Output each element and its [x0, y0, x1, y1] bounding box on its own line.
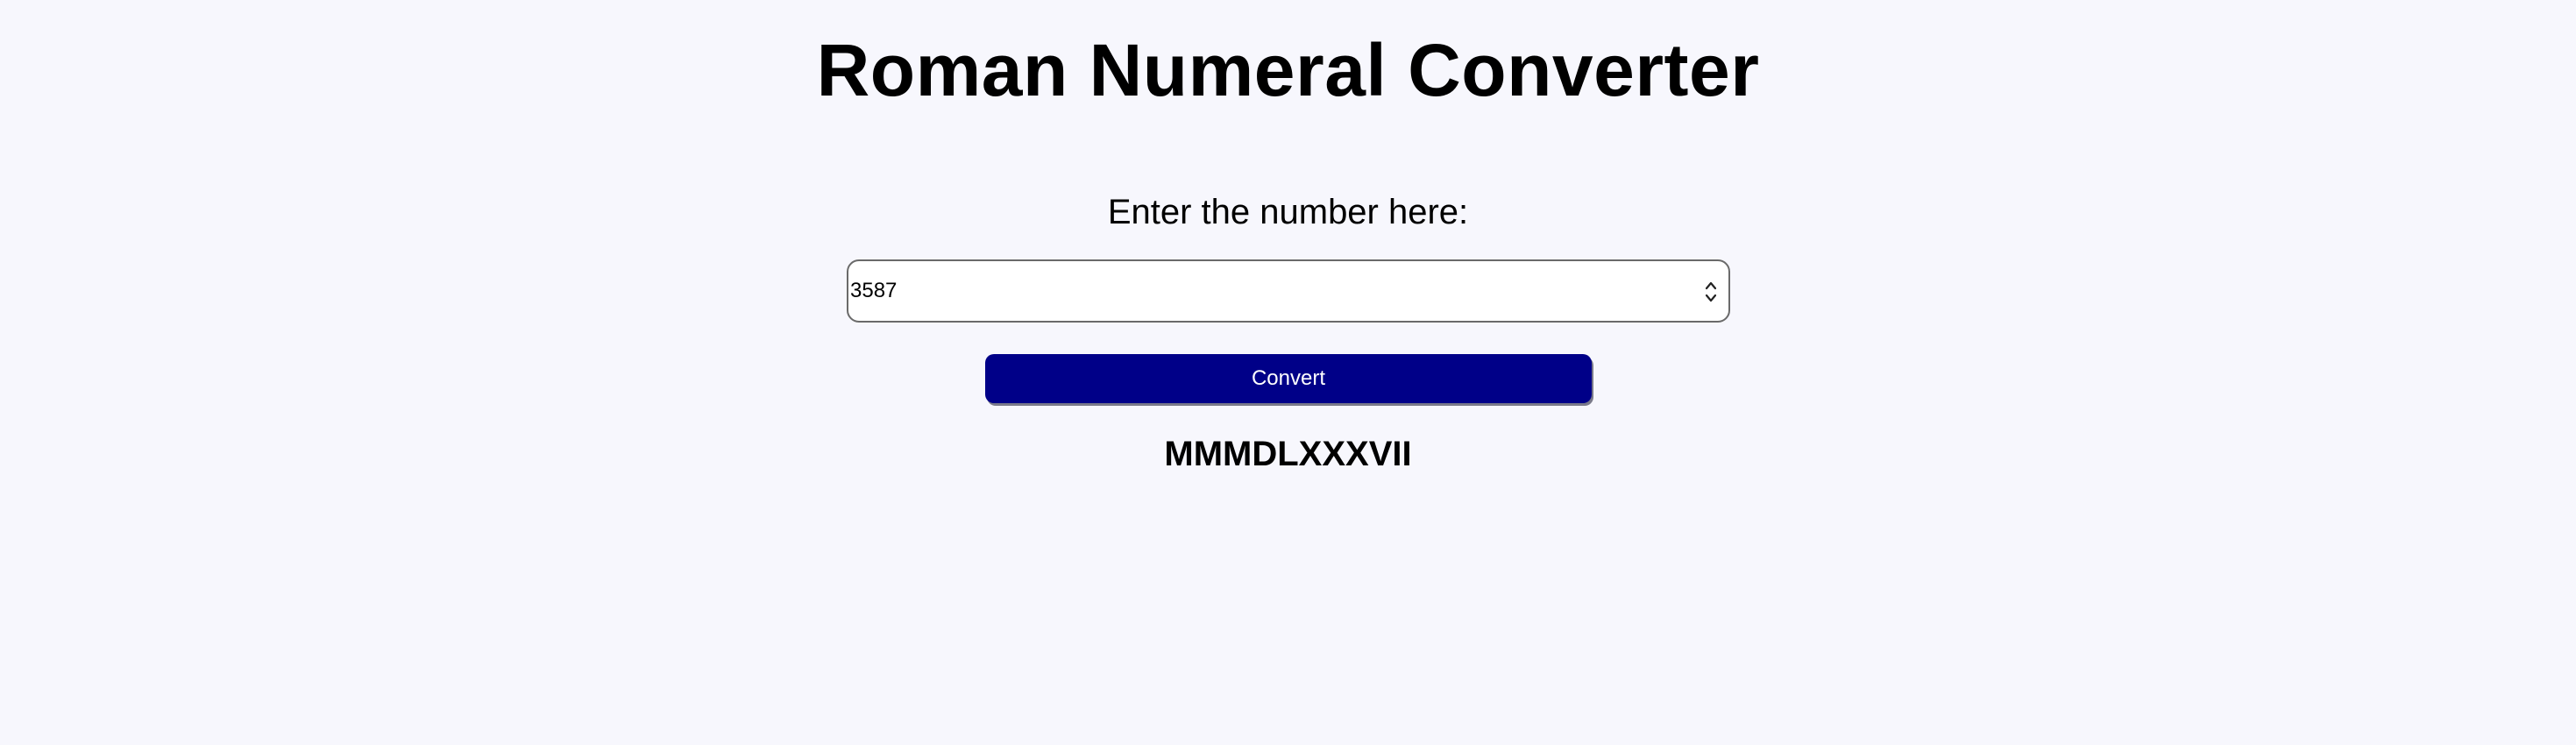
number-input-label: Enter the number here: — [1107, 193, 1469, 231]
page-title: Roman Numeral Converter — [816, 29, 1760, 111]
number-input[interactable] — [848, 261, 1672, 321]
number-spinner-icon[interactable] — [1704, 279, 1718, 305]
convert-button[interactable]: Convert — [985, 354, 1592, 403]
number-input-container[interactable] — [847, 259, 1730, 323]
result-output: MMMDLXXXVII — [1164, 435, 1412, 473]
